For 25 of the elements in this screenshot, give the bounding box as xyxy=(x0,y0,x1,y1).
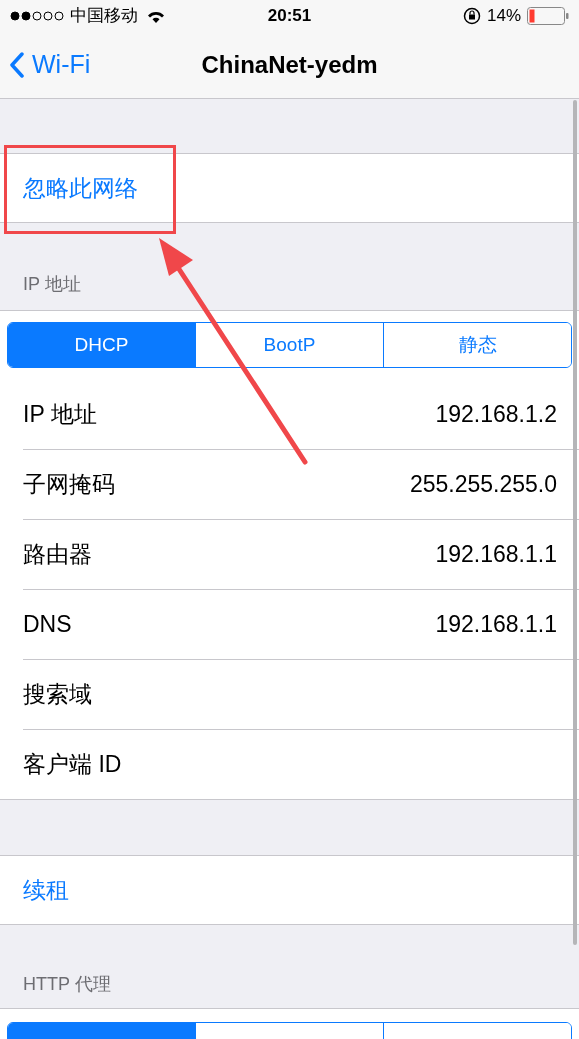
row-label: 子网掩码 xyxy=(23,470,115,500)
page-title: ChinaNet-yedm xyxy=(201,50,378,80)
row-label: IP 地址 xyxy=(23,399,97,429)
row-value: 192.168.1.1 xyxy=(435,540,557,570)
segment-tab[interactable]: DHCP xyxy=(8,323,195,367)
battery-icon xyxy=(527,7,569,25)
carrier-name: 中国移动 xyxy=(70,5,138,28)
rotation-lock-icon xyxy=(462,7,481,25)
segment-tab[interactable]: 静态 xyxy=(383,323,571,367)
clock-time: 20:51 xyxy=(267,5,312,28)
back-button[interactable]: Wi-Fi xyxy=(10,46,91,84)
row-value: 192.168.1.1 xyxy=(435,610,557,640)
row-label: DNS xyxy=(23,610,72,640)
chevron-left-icon xyxy=(10,52,24,78)
section-header: IP 地址 xyxy=(23,273,81,296)
row-label: 搜索域 xyxy=(23,680,92,710)
battery-percent: 14% xyxy=(486,5,521,28)
row-label: 路由器 xyxy=(23,540,92,570)
row-label: 客户端 ID xyxy=(23,750,122,780)
section-header: HTTP 代理 xyxy=(23,973,111,996)
row-value: 255.255.255.0 xyxy=(409,470,557,500)
row-value: 192.168.1.2 xyxy=(435,399,557,429)
forget-network-button[interactable]: 忽略此网络 xyxy=(23,170,138,206)
renew-lease-button[interactable]: 续租 xyxy=(23,872,69,908)
signal-icon xyxy=(10,11,64,21)
